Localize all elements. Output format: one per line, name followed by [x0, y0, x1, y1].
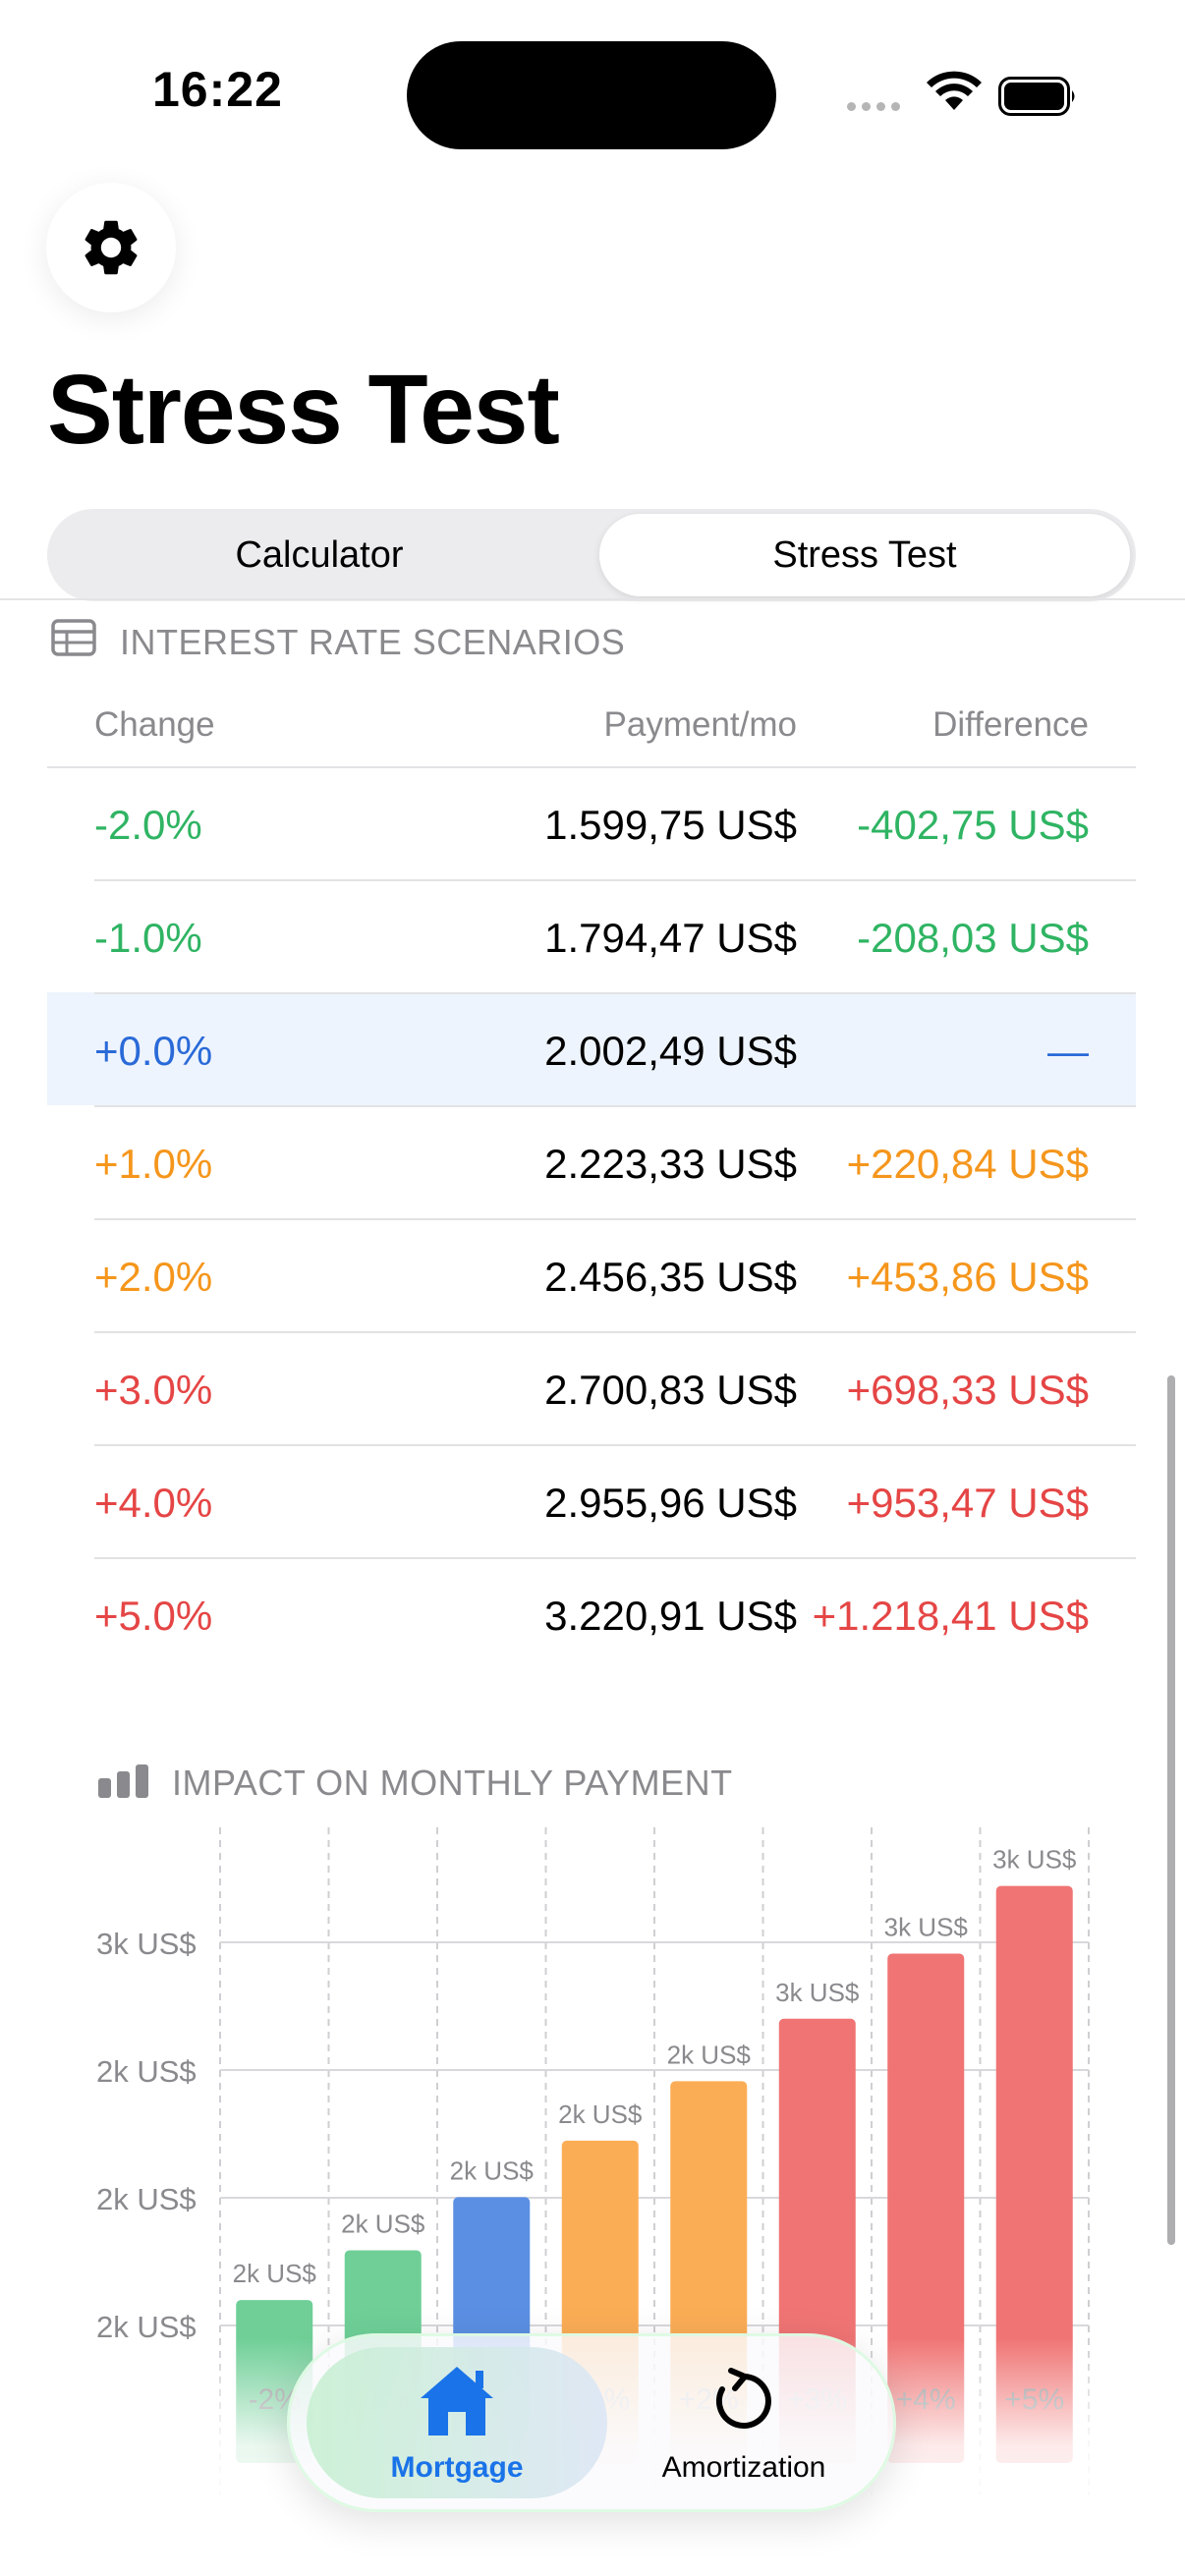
cell-payment: 1.599,75 US$	[544, 802, 797, 848]
table-header: Change Payment/mo Difference	[47, 688, 1136, 766]
segment-stress-test[interactable]: Stress Test	[599, 514, 1130, 596]
cell-difference: +220,84 US$	[846, 1141, 1089, 1187]
cell-change: +0.0%	[94, 1028, 213, 1074]
table-row: +4.0% 2.955,96 US$ +953,47 US$	[47, 1444, 1136, 1557]
column-header-payment: Payment/mo	[603, 705, 797, 744]
battery-icon	[998, 77, 1075, 116]
table-row: +3.0% 2.700,83 US$ +698,33 US$	[47, 1331, 1136, 1444]
table-row: -2.0% 1.599,75 US$ -402,75 US$	[47, 766, 1136, 879]
cell-difference: —	[1047, 1028, 1089, 1074]
bar-value-label: 3k US$	[992, 1845, 1077, 1875]
header-divider	[0, 598, 1185, 600]
wifi-icon	[927, 71, 982, 110]
cell-change: -2.0%	[94, 802, 202, 848]
gear-icon	[85, 220, 138, 275]
scroll-indicator[interactable]	[1167, 1375, 1175, 2245]
segment-calculator[interactable]: Calculator	[47, 509, 592, 601]
cell-difference: +953,47 US$	[846, 1480, 1089, 1526]
y-tick-label: 2k US$	[96, 2182, 197, 2216]
cell-difference: -402,75 US$	[857, 802, 1089, 848]
table-row: +5.0% 3.220,91 US$ +1.218,41 US$	[47, 1557, 1136, 1670]
table-icon	[51, 619, 96, 656]
status-time: 16:22	[152, 62, 283, 117]
bar-value-label: 2k US$	[558, 2100, 643, 2129]
settings-button[interactable]	[46, 183, 176, 312]
dynamic-island	[407, 41, 776, 149]
column-header-change: Change	[94, 705, 215, 744]
row-separator	[94, 1218, 1136, 1220]
cell-difference: +1.218,41 US$	[812, 1593, 1089, 1639]
cell-payment: 2.456,35 US$	[544, 1254, 797, 1300]
cell-payment: 3.220,91 US$	[544, 1593, 797, 1639]
tab-amortization[interactable]: Amortization	[611, 2347, 876, 2498]
bar-value-label: 2k US$	[450, 2156, 535, 2185]
bar-value-label: 2k US$	[667, 2040, 752, 2069]
house-icon	[421, 2367, 493, 2436]
cell-payment: 2.955,96 US$	[544, 1480, 797, 1526]
tab-label-amortization: Amortization	[661, 2451, 826, 2484]
cell-payment: 2.002,49 US$	[544, 1028, 797, 1074]
table-row: +0.0% 2.002,49 US$ —	[47, 992, 1136, 1105]
table-row: -1.0% 1.794,47 US$ -208,03 US$	[47, 879, 1136, 992]
y-tick-label: 3k US$	[96, 1927, 197, 1961]
section-title-impact: IMPACT ON MONTHLY PAYMENT	[172, 1763, 733, 1803]
cell-change: +5.0%	[94, 1593, 213, 1639]
tab-mortgage[interactable]: Mortgage	[307, 2347, 607, 2498]
cell-payment: 2.700,83 US$	[544, 1367, 797, 1413]
mode-segmented-control: Calculator Stress Test	[47, 509, 1136, 601]
cell-change: +2.0%	[94, 1254, 213, 1300]
cell-payment: 1.794,47 US$	[544, 915, 797, 961]
page-title: Stress Test	[47, 355, 560, 465]
cell-change: +1.0%	[94, 1141, 213, 1187]
cell-difference: -208,03 US$	[857, 915, 1089, 961]
cell-change: +4.0%	[94, 1480, 213, 1526]
history-icon	[715, 2368, 771, 2429]
bar-value-label: 2k US$	[233, 2259, 317, 2288]
row-separator	[47, 766, 1136, 768]
bar-value-label: 3k US$	[775, 1978, 860, 2007]
y-tick-label: 2k US$	[96, 2054, 197, 2089]
bar-value-label: 3k US$	[884, 1912, 969, 1941]
tab-label-mortgage: Mortgage	[390, 2451, 524, 2484]
row-separator	[94, 1557, 1136, 1559]
cell-difference: +453,86 US$	[846, 1254, 1089, 1300]
bar-chart-icon	[98, 1764, 148, 1798]
bar-value-label: 2k US$	[341, 2209, 425, 2238]
row-separator	[94, 879, 1136, 881]
section-title-scenarios: INTEREST RATE SCENARIOS	[120, 622, 626, 662]
cell-change: +3.0%	[94, 1367, 213, 1413]
cell-change: -1.0%	[94, 915, 202, 961]
column-header-difference: Difference	[932, 705, 1089, 744]
cellular-signal-icon	[847, 102, 900, 111]
row-separator	[94, 1105, 1136, 1107]
cell-difference: +698,33 US$	[846, 1367, 1089, 1413]
cell-payment: 2.223,33 US$	[544, 1141, 797, 1187]
row-separator	[94, 1444, 1136, 1446]
row-separator	[94, 1331, 1136, 1333]
row-separator	[94, 992, 1136, 994]
table-row: +2.0% 2.456,35 US$ +453,86 US$	[47, 1218, 1136, 1331]
table-row: +1.0% 2.223,33 US$ +220,84 US$	[47, 1105, 1136, 1218]
tab-bar: Mortgage Amortization	[287, 2333, 896, 2512]
